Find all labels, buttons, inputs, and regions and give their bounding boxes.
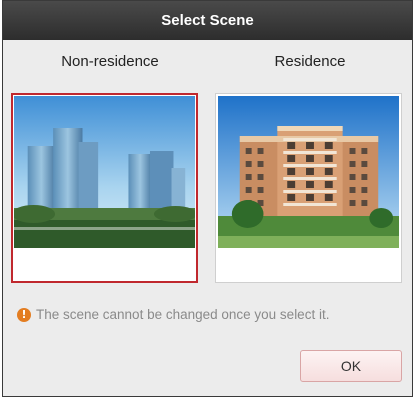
option-label-residence: Residence [274,53,346,70]
hint-text: The scene cannot be changed once you sel… [36,307,330,322]
hint-row: ! The scene cannot be changed once you s… [17,307,329,322]
scene-card-non-residence[interactable] [11,93,198,283]
select-scene-dialog: Select Scene Non-residence Residence ! T… [2,0,413,397]
scene-card-residence[interactable] [215,93,402,283]
info-icon: ! [17,307,31,322]
ok-button[interactable]: OK [300,350,402,382]
dialog-title: Select Scene [3,1,412,40]
non-residence-image [14,96,195,248]
residence-image [218,96,399,248]
option-label-non-residence: Non-residence [61,53,159,70]
